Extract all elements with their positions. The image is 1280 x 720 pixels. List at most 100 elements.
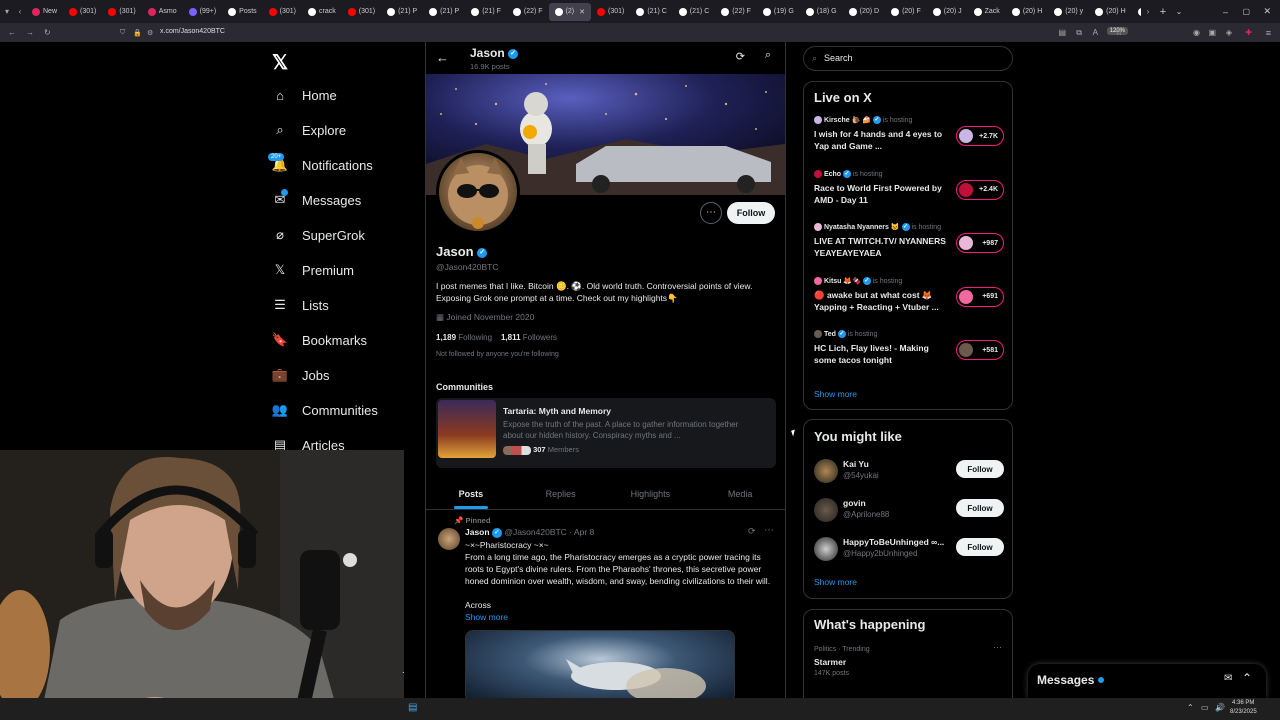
live-item[interactable]: Ted ✓ is hosting HC Lich, Flay lives! - M… — [814, 330, 1004, 380]
browser-tab[interactable]: crack — [302, 3, 342, 21]
live-listeners-pill[interactable]: +581 — [956, 340, 1004, 360]
live-item[interactable]: Kitsu 🦊🍫 ✓ is hosting 🔴 awake but at what… — [814, 276, 1004, 327]
trend-more-icon[interactable]: ⋯ — [993, 642, 1002, 653]
live-listeners-pill[interactable]: +2.4K — [956, 179, 1004, 200]
minimize-icon[interactable]: – — [1223, 7, 1228, 17]
suggested-name[interactable]: HappyToBeUnhinged ∞... — [843, 537, 944, 547]
post-image[interactable] — [465, 630, 735, 698]
browser-tab[interactable]: Zack — [968, 3, 1006, 21]
browser-tab[interactable]: (99+) — [183, 3, 223, 21]
suggested-follow-button[interactable]: Follow — [956, 538, 1004, 556]
nav-item-jobs[interactable]: 💼 Jobs — [270, 360, 330, 390]
extension-icon-2[interactable]: ▣ — [1208, 28, 1216, 37]
network-icon[interactable]: ▭ — [1201, 703, 1209, 712]
suggested-account[interactable]: govin @Aprilone88 Follow — [814, 496, 1004, 526]
lock-icon[interactable]: 🔒 — [133, 29, 142, 37]
tab-list-icon[interactable]: ▾ — [0, 7, 14, 16]
screenshot-icon[interactable]: ⧉ — [1076, 28, 1082, 38]
browser-tab[interactable]: (20) H — [1006, 3, 1048, 21]
live-listeners-pill[interactable]: +691 — [956, 286, 1004, 307]
following-link[interactable]: 1,189 Following — [436, 333, 492, 342]
translate-icon[interactable]: A — [1093, 28, 1098, 37]
followers-link[interactable]: 1,811 Followers — [501, 333, 557, 342]
suggested-follow-button[interactable]: Follow — [956, 460, 1004, 478]
nav-item-supergrok[interactable]: ⌀ SuperGrok — [270, 220, 365, 250]
tab-posts[interactable]: Posts — [426, 478, 516, 509]
browser-tab[interactable]: (20) H — [1089, 3, 1131, 21]
follow-button[interactable]: Follow — [727, 202, 775, 224]
tab-dropdown-icon[interactable]: ⌄ — [1171, 7, 1187, 16]
browser-tab[interactable]: (21) C — [630, 3, 672, 21]
suggested-avatar[interactable] — [814, 459, 838, 483]
browser-tab[interactable]: (20) A — [1132, 3, 1141, 21]
suggested-name[interactable]: govin — [843, 498, 866, 508]
browser-tab[interactable]: (20) F — [885, 3, 927, 21]
browser-tab[interactable]: (21) P — [381, 3, 423, 21]
nav-item-premium[interactable]: 𝕏 Premium — [270, 255, 354, 285]
close-window-icon[interactable]: ✕ — [1263, 6, 1271, 17]
suggested-name[interactable]: Kai Yu — [843, 459, 869, 469]
suggested-account[interactable]: HappyToBeUnhinged ∞... @Happy2bUnhinged Fo… — [814, 535, 1004, 565]
live-listeners-pill[interactable]: +987 — [956, 233, 1004, 253]
browser-tab[interactable]: (20) J — [927, 3, 968, 21]
browser-tab[interactable]: (20) y — [1048, 3, 1089, 21]
extension-icon-4[interactable]: ✚ — [1245, 28, 1252, 37]
trend-topic[interactable]: Starmer — [814, 657, 846, 667]
browser-tab[interactable]: (19) G — [757, 3, 800, 21]
taskbar-app-icon[interactable]: ▤ — [408, 702, 417, 713]
expand-up-icon[interactable]: ⌃ — [1242, 671, 1252, 685]
messages-drawer[interactable]: Messages ✉ ⌃ — [1028, 664, 1266, 698]
back-icon[interactable]: ← — [8, 28, 16, 37]
tab-media[interactable]: Media — [695, 478, 785, 509]
tabs-forward-icon[interactable]: › — [1141, 7, 1155, 16]
post-more-icon[interactable]: ⋯ — [764, 525, 774, 536]
volume-icon[interactable]: 🔊 — [1215, 703, 1225, 712]
shield-icon[interactable]: ⛉ — [120, 29, 125, 37]
tab-replies[interactable]: Replies — [516, 478, 606, 509]
reload-icon[interactable]: ↻ — [44, 28, 51, 37]
tray-chevron-icon[interactable]: ⌃ — [1187, 703, 1194, 712]
grok-refresh-icon[interactable]: ⟳ — [736, 50, 745, 63]
new-message-icon[interactable]: ✉ — [1224, 673, 1232, 684]
browser-tab[interactable]: (21) P — [423, 3, 465, 21]
browser-tab[interactable]: (21) F — [465, 3, 507, 21]
suggested-avatar[interactable] — [814, 537, 838, 561]
live-item[interactable]: Echo ✓ is hosting Race to World First Pow… — [814, 169, 1004, 220]
nav-item-bookmarks[interactable]: 🔖 Bookmarks — [270, 325, 367, 355]
back-arrow-icon[interactable]: ← — [436, 50, 449, 65]
browser-tab[interactable]: (301) — [102, 3, 141, 21]
live-show-more[interactable]: Show more — [814, 389, 857, 399]
nav-item-messages[interactable]: ✉ Messages — [270, 185, 361, 215]
browser-tab[interactable]: (301) — [263, 3, 302, 21]
browser-tab[interactable]: (301) — [591, 3, 630, 21]
community-card[interactable]: Tartaria: Myth and Memory Expose the tru… — [436, 398, 776, 468]
bookmark-star-icon[interactable]: ☆ — [1115, 27, 1123, 38]
live-item[interactable]: Nyatasha Nyanners 🐱 ✓ is hosting LIVE AT … — [814, 223, 1004, 273]
live-listeners-pill[interactable]: +2.7K — [956, 126, 1004, 146]
extension-icon-3[interactable]: ◈ — [1226, 28, 1232, 37]
tabs-back-icon[interactable]: ‹ — [14, 7, 26, 16]
extension-icon-1[interactable]: ◉ — [1193, 28, 1200, 37]
profile-avatar[interactable] — [436, 150, 520, 234]
close-tab-icon[interactable]: ✕ — [579, 8, 585, 16]
forward-icon[interactable]: → — [26, 28, 34, 37]
grok-explain-icon[interactable]: ⟳ — [748, 526, 756, 537]
new-tab-icon[interactable]: + — [1155, 6, 1171, 18]
might-like-show-more[interactable]: Show more — [814, 577, 857, 587]
suggested-account[interactable]: Kai Yu @54yukai Follow — [814, 457, 1004, 487]
browser-tab[interactable]: (18) G — [800, 3, 843, 21]
pinned-post[interactable]: 📌 Pinned Jason ✓ @Jason420BTC · Apr 8 ⟳ … — [426, 512, 785, 698]
browser-tab[interactable]: (22) F — [507, 3, 549, 21]
browser-tab[interactable]: (20) D — [843, 3, 885, 21]
nav-item-notifications[interactable]: 🔔 20+ Notifications — [268, 150, 373, 180]
browser-tab[interactable]: Asmo — [142, 3, 183, 21]
post-avatar[interactable] — [438, 528, 460, 550]
x-logo-icon[interactable]: 𝕏 — [272, 50, 288, 75]
live-item[interactable]: Kirsche 🐌 🍰 ✓ is hosting I wish for 4 han… — [814, 116, 1004, 166]
search-profile-icon[interactable]: ⌕ — [765, 49, 771, 62]
permissions-icon[interactable]: ⚙ — [147, 29, 153, 37]
nav-item-home[interactable]: ⌂ Home — [270, 80, 337, 110]
browser-tab[interactable]: Posts — [222, 3, 263, 21]
browser-tab[interactable]: (22) F — [715, 3, 757, 21]
suggested-follow-button[interactable]: Follow — [956, 499, 1004, 517]
